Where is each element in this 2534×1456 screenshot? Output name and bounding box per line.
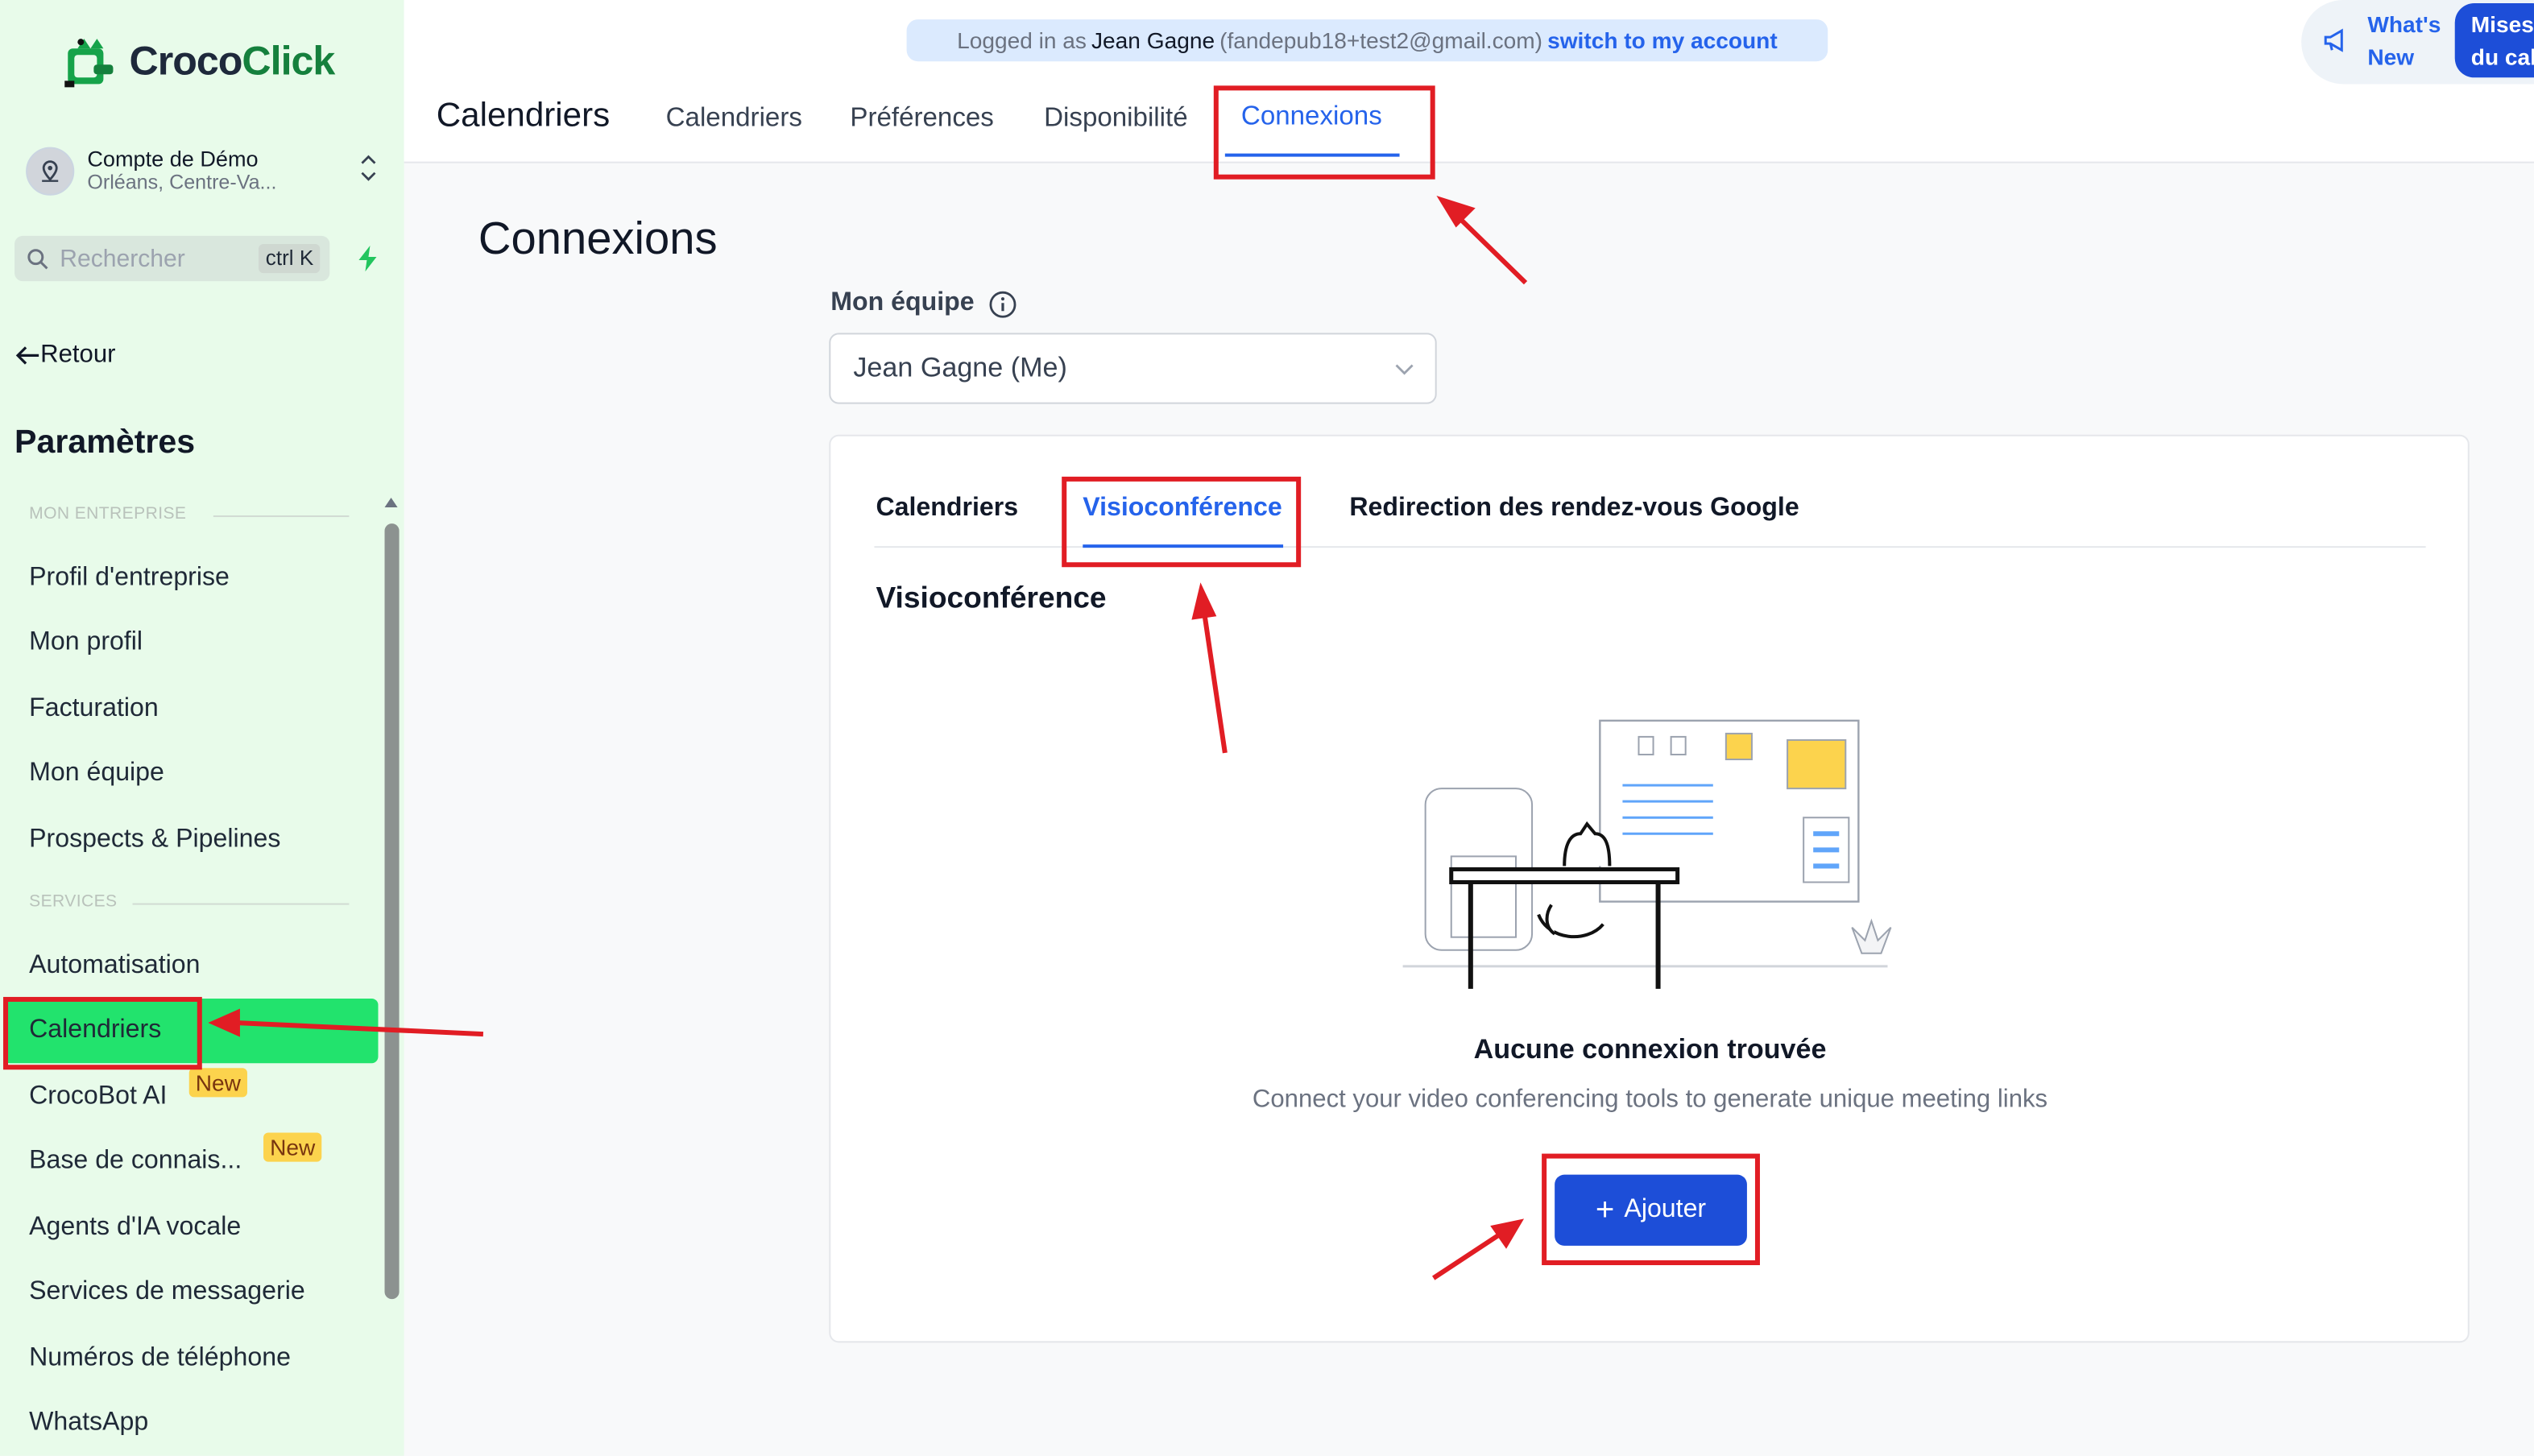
annotation-arrows xyxy=(208,196,1528,1280)
red-arrow-icon xyxy=(208,196,1528,1280)
